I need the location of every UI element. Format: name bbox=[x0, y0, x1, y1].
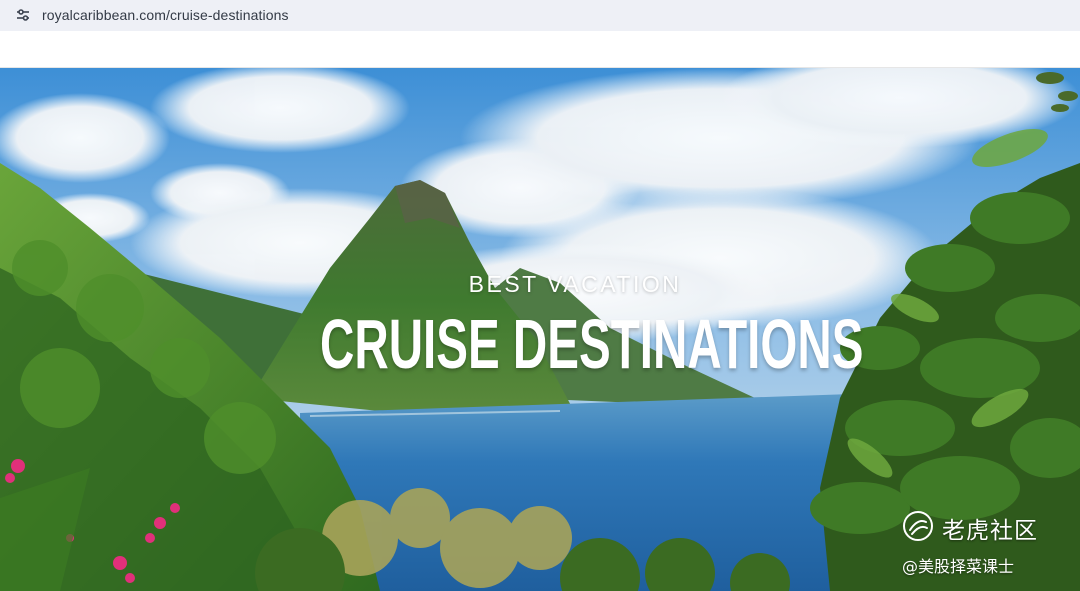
hero-banner[interactable]: BEST VACATION CRUISE DESTINATIONS 老虎社区 @… bbox=[0, 68, 1080, 591]
tiger-logo-icon bbox=[902, 510, 934, 542]
browser-address-bar[interactable]: royalcaribbean.com/cruise-destinations bbox=[0, 0, 1080, 31]
watermark: 老虎社区 @美股择菜课士 bbox=[898, 508, 1058, 578]
watermark-subtitle: @美股择菜课士 bbox=[902, 557, 1015, 576]
page-top-gap bbox=[0, 31, 1080, 68]
tune-icon[interactable] bbox=[16, 8, 30, 22]
url-text[interactable]: royalcaribbean.com/cruise-destinations bbox=[42, 7, 289, 23]
watermark-title: 老虎社区 bbox=[942, 518, 1038, 544]
